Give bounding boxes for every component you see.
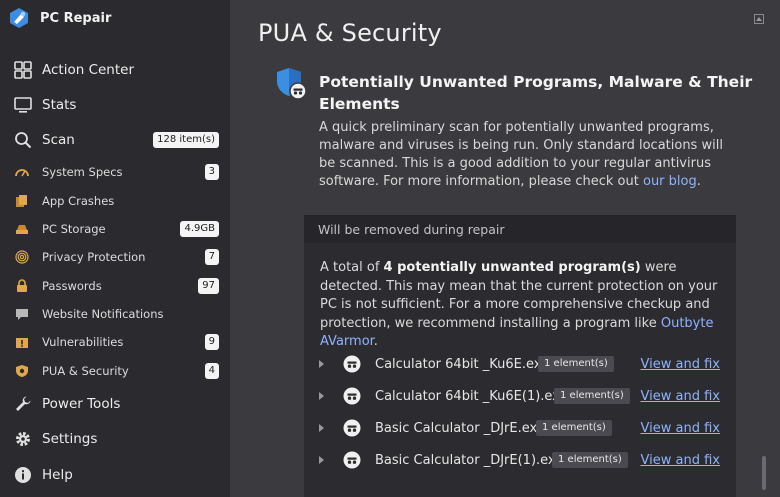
sidebar-item-action-center[interactable]: Action Center: [0, 56, 230, 84]
sidebar-item-label: Settings: [42, 431, 98, 447]
collapse-button[interactable]: [754, 14, 764, 24]
threat-name: Basic Calculator _DJrE.exe: [375, 420, 545, 436]
section-description: A quick preliminary scan for potentially…: [319, 119, 739, 191]
sidebar-item-scan[interactable]: Scan 128 item(s): [0, 126, 230, 154]
sidebar-item-settings[interactable]: Settings: [0, 425, 230, 453]
threat-row[interactable]: Basic Calculator _DJrE(1).exe 1 element(…: [304, 449, 736, 471]
malware-icon: [343, 419, 361, 437]
privacy-badge: 7: [204, 249, 219, 265]
threat-row[interactable]: Calculator 64bit _Ku6E(1).exe 1 element(…: [304, 385, 736, 407]
threat-row[interactable]: Basic Calculator _DJrE.exe 1 element(s) …: [304, 417, 736, 439]
sidebar-item-label: PC Storage: [42, 222, 106, 236]
element-count-badge: 1 element(s): [552, 452, 628, 468]
sidebar-item-label: Scan: [42, 132, 75, 148]
sidebar-item-label: Privacy Protection: [42, 250, 146, 264]
sidebar-item-label: Passwords: [42, 279, 102, 293]
expand-caret-icon[interactable]: [319, 392, 324, 400]
sidebar-item-website-notifications[interactable]: Website Notifications: [0, 300, 230, 328]
app-logo-icon: [10, 8, 28, 28]
gear-icon: [14, 430, 32, 448]
caret-up-icon: [756, 17, 762, 21]
shield-warning-icon: [277, 68, 307, 100]
warning-folder-icon: [15, 335, 29, 349]
sidebar-item-system-specs[interactable]: System Specs 3: [0, 158, 230, 186]
detection-summary: A total of 4 potentially unwanted progra…: [320, 259, 728, 352]
element-count-badge: 1 element(s): [554, 388, 630, 404]
sidebar-item-app-crashes[interactable]: App Crashes: [0, 187, 230, 215]
sidebar: PC Repair Action Center Stats Scan 128 i…: [0, 0, 230, 497]
sidebar-item-label: PUA & Security: [42, 364, 129, 378]
expand-caret-icon[interactable]: [319, 360, 324, 368]
system-specs-badge: 3: [204, 164, 219, 180]
sidebar-item-power-tools[interactable]: Power Tools: [0, 390, 230, 418]
scrollbar-thumb[interactable]: [762, 456, 766, 490]
search-icon: [14, 131, 32, 149]
scan-count-badge: 128 item(s): [153, 132, 219, 148]
view-and-fix-link[interactable]: View and fix: [641, 421, 720, 436]
view-and-fix-link[interactable]: View and fix: [641, 453, 720, 468]
sidebar-item-passwords[interactable]: Passwords 97: [0, 272, 230, 300]
sidebar-item-vulnerabilities[interactable]: Vulnerabilities 9: [0, 328, 230, 356]
sidebar-item-privacy-protection[interactable]: Privacy Protection 7: [0, 243, 230, 271]
shield-icon: [15, 364, 29, 378]
expand-caret-icon[interactable]: [319, 424, 324, 432]
pua-badge: 4: [204, 363, 219, 379]
sidebar-item-label: System Specs: [42, 165, 123, 179]
malware-icon: [343, 387, 361, 405]
sidebar-item-pua-security[interactable]: PUA & Security 4: [0, 357, 230, 385]
sidebar-item-label: Website Notifications: [42, 307, 164, 321]
page-title: PUA & Security: [258, 19, 442, 47]
summary-prefix: A total of: [320, 260, 384, 275]
malware-icon: [343, 355, 361, 373]
threat-name: Basic Calculator _DJrE(1).exe: [375, 452, 564, 468]
info-icon: [14, 466, 32, 484]
description-end: .: [696, 174, 701, 189]
app-title: PC Repair: [40, 10, 112, 26]
threat-name: Calculator 64bit _Ku6E.exe: [375, 356, 550, 372]
expand-caret-icon[interactable]: [319, 456, 324, 464]
sidebar-item-label: App Crashes: [42, 194, 115, 208]
fingerprint-icon: [15, 250, 29, 264]
view-and-fix-link[interactable]: View and fix: [641, 357, 720, 372]
main-content: PUA & Security Potentially Unwanted Prog…: [230, 0, 780, 497]
sidebar-item-label: Stats: [42, 97, 77, 113]
drive-icon: [15, 222, 29, 236]
monitor-icon: [14, 96, 32, 114]
blog-link[interactable]: our blog: [643, 174, 697, 189]
chat-icon: [15, 307, 29, 321]
detected-count: 4 potentially unwanted program(s): [383, 260, 641, 275]
removal-panel: Will be removed during repair A total of…: [304, 215, 736, 497]
sidebar-item-label: Help: [42, 467, 73, 483]
sidebar-item-pc-storage[interactable]: PC Storage 4.9GB: [0, 215, 230, 243]
summary-suffix: .: [373, 334, 378, 349]
brand[interactable]: PC Repair: [8, 6, 111, 30]
grid-icon: [14, 61, 32, 79]
lock-icon: [15, 279, 29, 293]
view-and-fix-link[interactable]: View and fix: [641, 389, 720, 404]
panel-header: Will be removed during repair: [304, 215, 736, 243]
wrench-icon: [14, 395, 32, 413]
element-count-badge: 1 element(s): [536, 420, 612, 436]
section-title: Potentially Unwanted Programs, Malware &…: [319, 73, 753, 113]
threat-name: Calculator 64bit _Ku6E(1).exe: [375, 388, 568, 404]
vulnerabilities-badge: 9: [204, 334, 219, 350]
passwords-badge: 97: [198, 278, 219, 294]
sidebar-item-label: Action Center: [42, 62, 135, 78]
sidebar-item-stats[interactable]: Stats: [0, 91, 230, 119]
malware-icon: [343, 451, 361, 469]
threat-row[interactable]: Calculator 64bit _Ku6E.exe 1 element(s) …: [304, 353, 736, 375]
sidebar-item-label: Vulnerabilities: [42, 335, 124, 349]
gauge-icon: [15, 165, 29, 179]
pc-storage-badge: 4.9GB: [180, 221, 219, 237]
sidebar-item-help[interactable]: Help: [0, 461, 230, 489]
element-count-badge: 1 element(s): [538, 356, 614, 372]
files-icon: [15, 194, 29, 208]
sidebar-item-label: Power Tools: [42, 396, 121, 412]
